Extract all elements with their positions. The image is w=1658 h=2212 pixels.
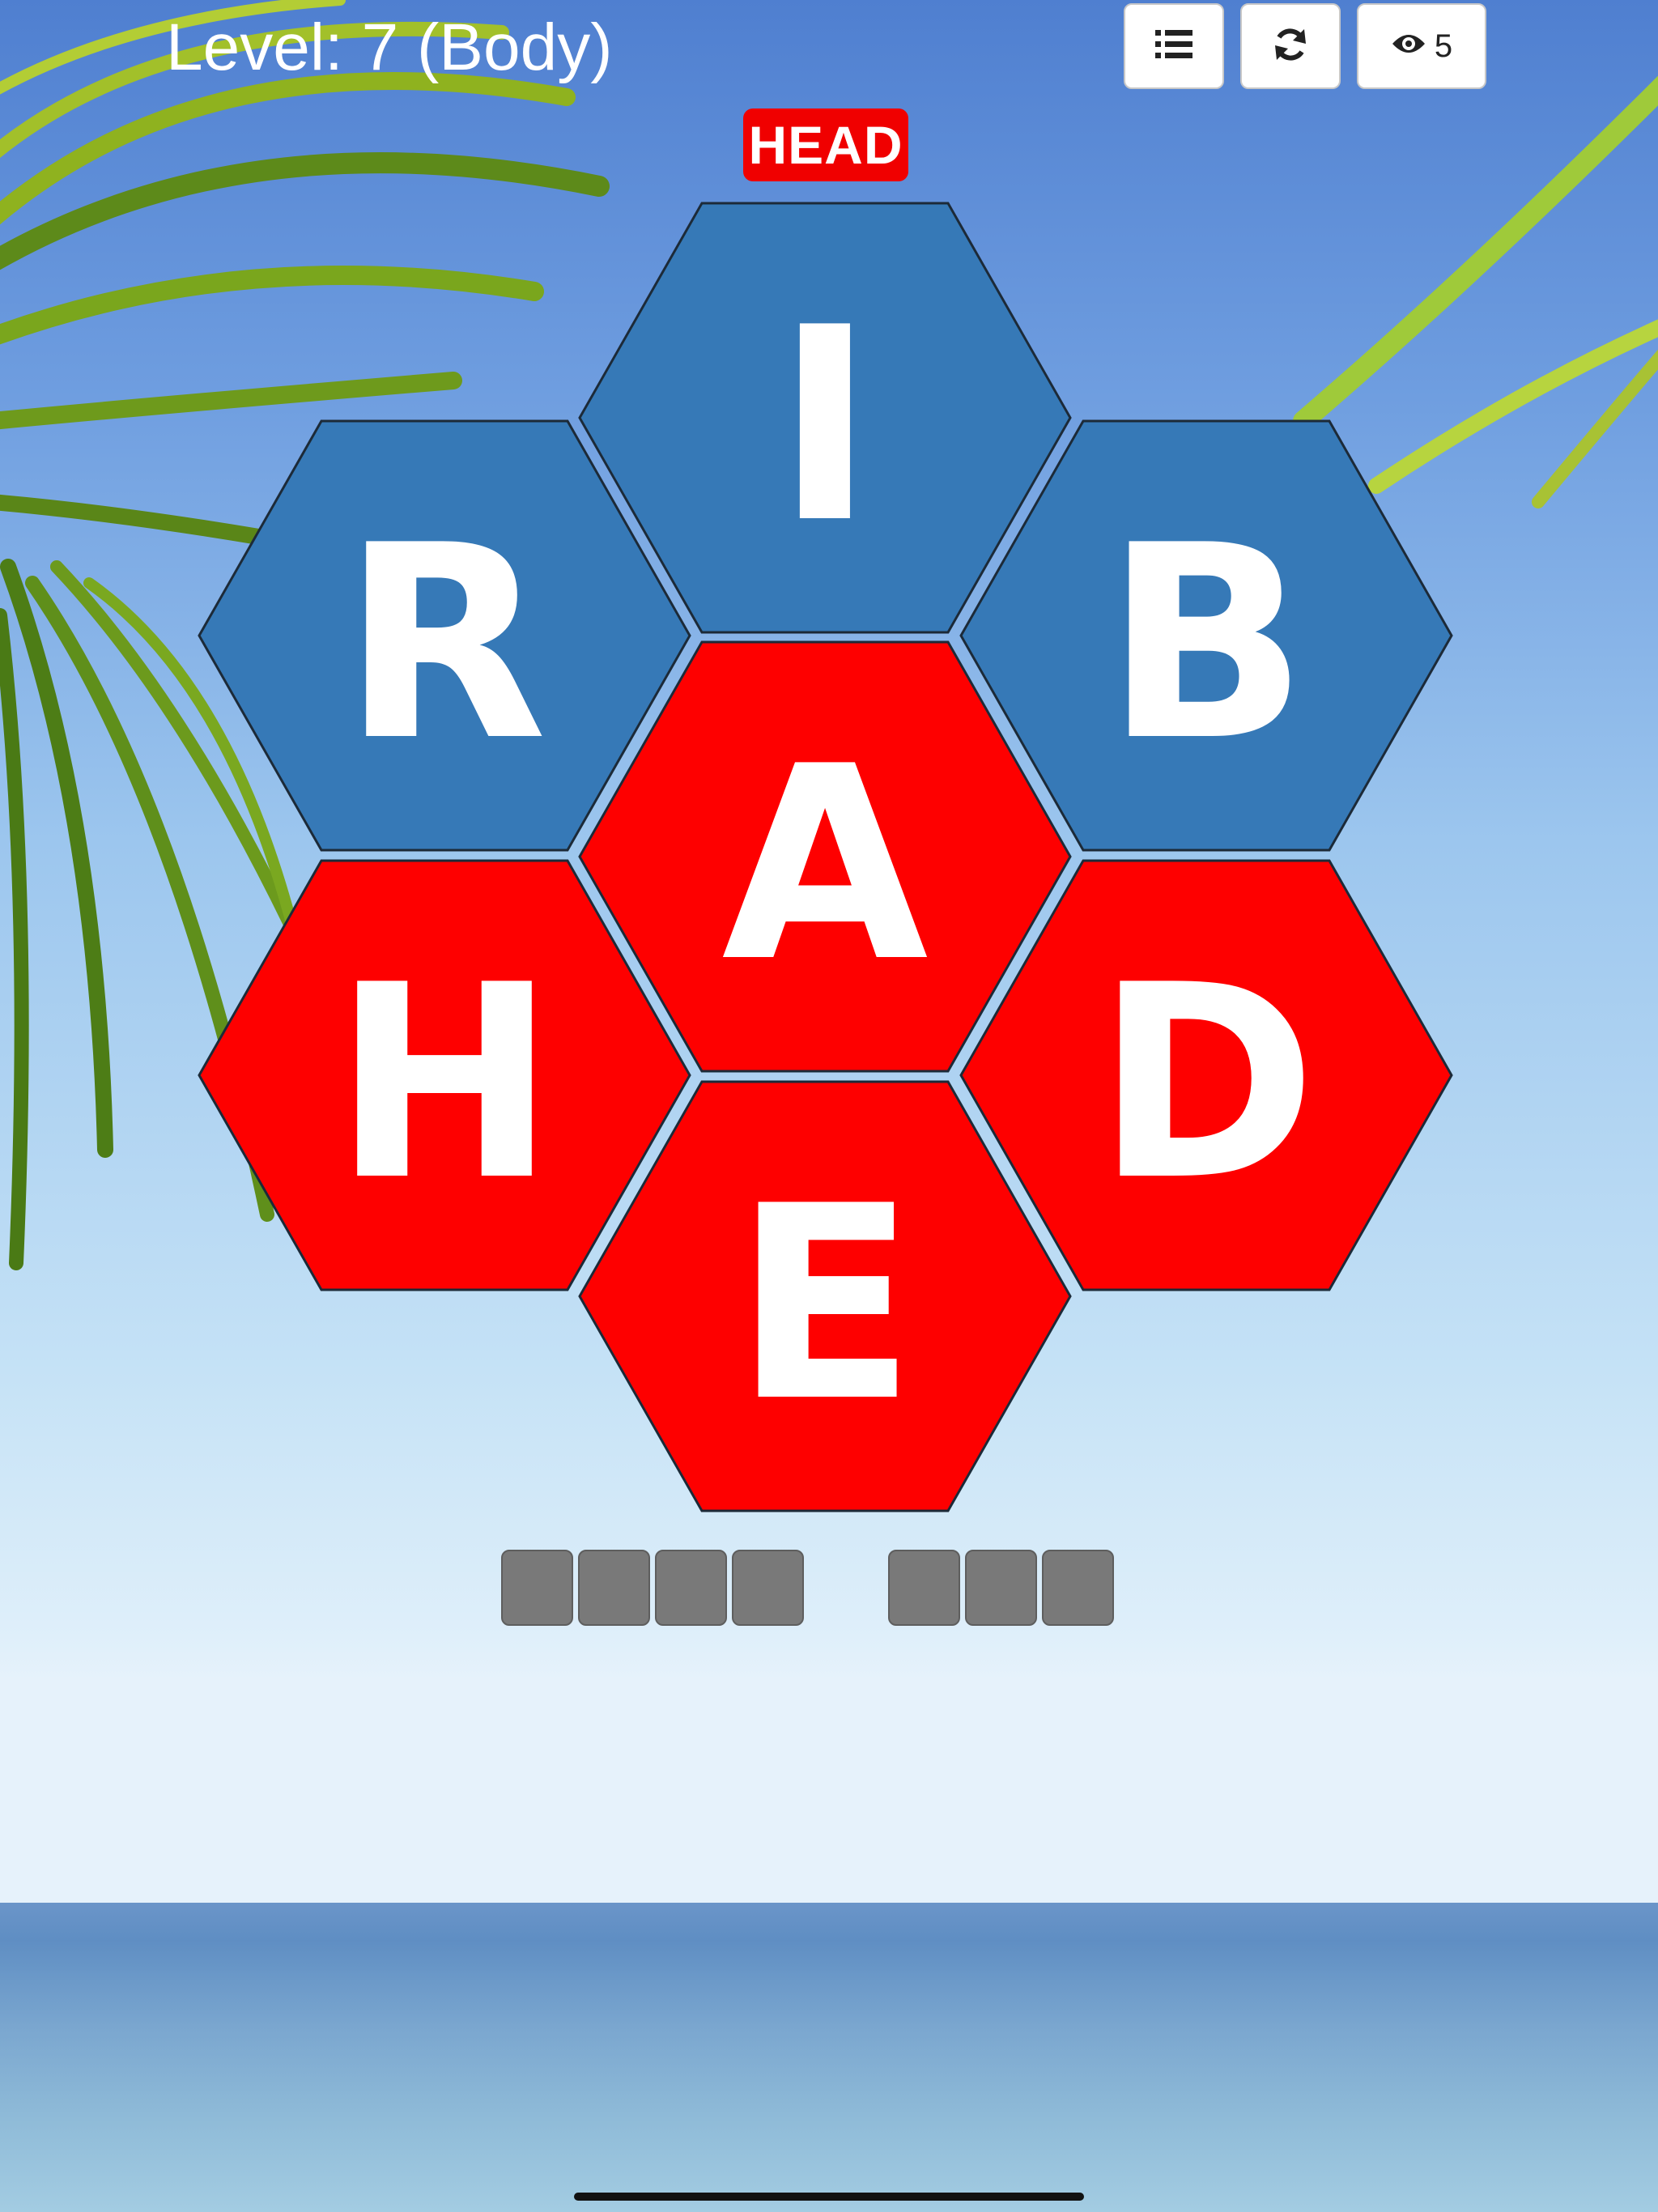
hex-tile-b[interactable]: B	[959, 419, 1453, 852]
hex-tile-i[interactable]: I	[578, 202, 1072, 634]
answer-slot[interactable]	[501, 1550, 573, 1626]
answer-slot[interactable]	[888, 1550, 960, 1626]
hex-tile-h[interactable]: H	[198, 859, 691, 1291]
hex-letter: I	[776, 270, 875, 581]
answer-slot[interactable]	[732, 1550, 804, 1626]
hex-tile-a[interactable]: A	[578, 640, 1072, 1073]
hex-letter: R	[342, 488, 547, 799]
answer-slot[interactable]	[1042, 1550, 1114, 1626]
answer-slot[interactable]	[655, 1550, 727, 1626]
sea-background	[0, 1903, 1658, 2212]
hex-letter: H	[333, 928, 556, 1239]
home-indicator	[574, 2193, 1084, 2201]
answer-slot[interactable]	[578, 1550, 650, 1626]
hex-letter: E	[733, 1149, 916, 1460]
hex-tile-r[interactable]: R	[198, 419, 691, 852]
hex-letter: A	[721, 709, 930, 1020]
hex-tile-e[interactable]: E	[578, 1080, 1072, 1512]
hex-letter: D	[1095, 928, 1317, 1239]
answer-slot[interactable]	[965, 1550, 1037, 1626]
hex-tile-d[interactable]: D	[959, 859, 1453, 1291]
letter-board: IR BAH DE	[198, 202, 1453, 1512]
hex-letter: B	[1104, 488, 1308, 799]
